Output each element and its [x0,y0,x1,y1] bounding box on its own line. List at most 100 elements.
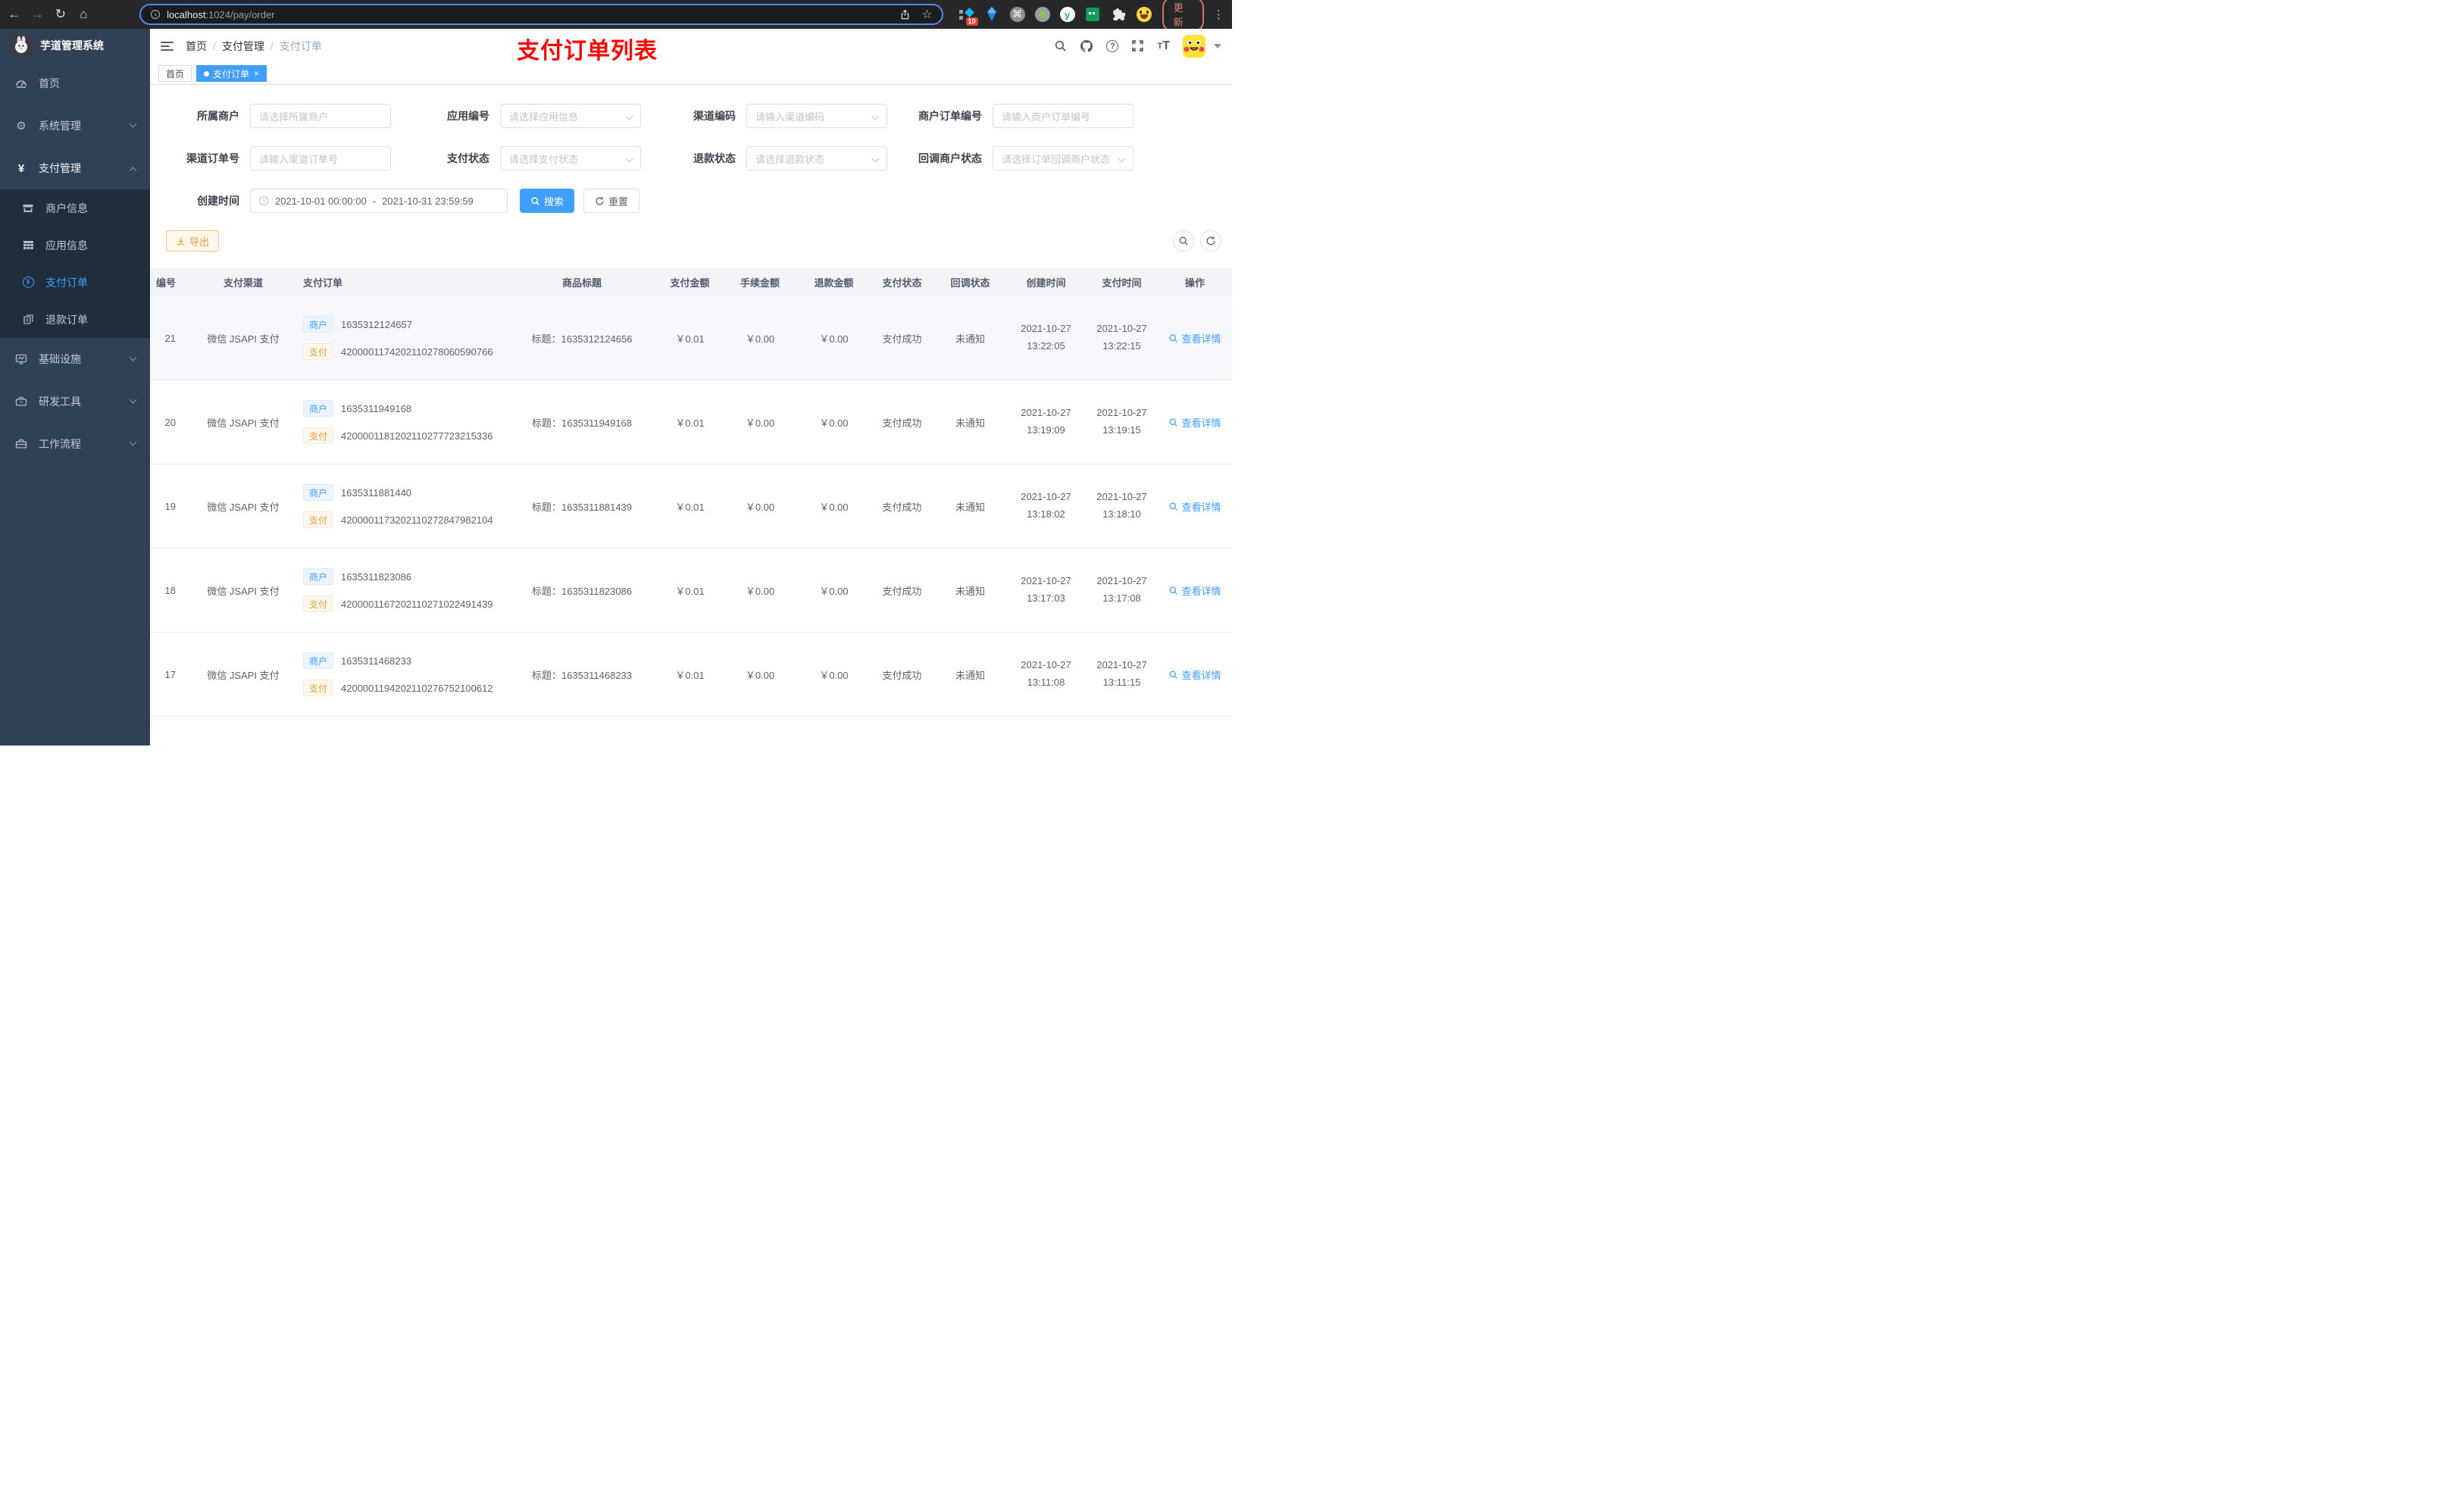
export-button[interactable]: 导出 [166,230,220,252]
font-size-icon[interactable]: TT [1157,39,1170,53]
row-create-time: 2021-10-27 13:17:03 [1021,575,1071,604]
merchant-order-no-input[interactable]: 请输入商户订单编号 [993,104,1134,128]
sidebar-item-pay-order[interactable]: ¥ 支付订单 [0,264,150,301]
merchant-order-no-label: 商户订单编号 [918,110,982,122]
reload-icon[interactable]: ↻ [54,7,67,22]
row-fee: ￥0.00 [745,669,775,681]
channel-code-select[interactable]: 请输入渠道编码 [746,104,887,128]
browser-menu-icon[interactable]: ⋮ [1213,8,1224,21]
extension-blocks-icon[interactable]: 10 [958,7,978,26]
refund-status-select[interactable]: 请选择退款状态 [746,146,887,170]
chevron-down-icon [129,395,137,404]
view-detail-link[interactable]: 查看详情 [1168,499,1221,514]
extension-y-icon[interactable]: y [1059,7,1075,22]
sidebar-item-system[interactable]: ⚙ 系统管理 [0,105,150,147]
extension-chat-icon[interactable] [1085,7,1101,23]
col-actions: 操作 [1184,277,1205,289]
reset-button[interactable]: 重置 [583,189,640,213]
row-id: 20 [164,416,176,428]
breadcrumb-pay[interactable]: 支付管理 [222,40,264,52]
topbar: 首页 / 支付管理 / 支付订单 支付订单列表 ? TT [150,29,1232,64]
pay-tag: 支付 [303,427,334,444]
browser-update-button[interactable]: 更新 [1162,0,1204,33]
row-pay-time: 2021-10-27 13:19:15 [1096,407,1147,436]
table-row[interactable]: 21 微信 JSAPI 支付 商户 1635312124657 支付 4200001… [150,296,1232,380]
sidebar-item-label: 首页 [39,77,60,89]
merchant-tag: 商户 [303,316,334,333]
screen: ← → ↻ ⌂ localhost:1024/pay/order ☆ 10 ⌘ … [0,0,1232,746]
table-row[interactable]: 17 微信 JSAPI 支付 商户 1635311468233 支付 4200001… [150,633,1232,717]
grid-icon [21,239,35,251]
extension-kite-icon[interactable] [984,7,1000,23]
tab-home[interactable]: 首页 [158,65,192,82]
site-info-icon[interactable] [150,9,161,20]
sidebar-item-infra[interactable]: 基础设施 [0,338,150,380]
app-select[interactable]: 请选择应用信息 [500,104,641,128]
row-pay-order: 商户 1635311823086 支付 4200001167202110271022… [303,568,506,612]
sidebar-item-label: 基础设施 [39,353,81,365]
table-row[interactable]: 商户1635311954796 支付 [150,717,1232,746]
merchant-input[interactable]: 请选择所属商户 [250,104,391,128]
range-end: 2021-10-31 23:59:59 [382,195,474,207]
collapse-sidebar-icon[interactable] [161,41,174,51]
table-row[interactable]: 19 微信 JSAPI 支付 商户 1635311881440 支付 4200001… [150,464,1232,549]
table-row[interactable]: 18 微信 JSAPI 支付 商户 1635311823086 支付 4200001… [150,549,1232,633]
sidebar-item-refund-order[interactable]: 退款订单 [0,301,150,338]
logo-row[interactable]: 芋道管理系统 [0,29,150,62]
pay-submenu: 商户信息 应用信息 ¥ 支付订单 退款订单 [0,189,150,338]
briefcase-icon [14,438,28,450]
row-create-time: 2021-10-27 13:19:09 [1021,407,1071,436]
pay-order-no: 4200001181202110277723215336 [341,430,493,442]
search-icon[interactable] [1054,39,1067,52]
extension-command-icon[interactable]: ⌘ [1009,7,1025,22]
channel-order-no-input[interactable]: 请输入渠道订单号 [250,146,391,170]
search-icon [531,196,539,205]
view-detail-link[interactable]: 查看详情 [1168,583,1221,598]
refresh-table-button[interactable] [1200,230,1221,252]
extension-emoji-icon[interactable] [1136,7,1152,22]
pay-tag: 支付 [303,343,334,360]
col-fee: 手续金额 [740,277,780,289]
pay-status-select[interactable]: 请选择支付状态 [500,146,641,170]
share-icon[interactable] [899,9,911,20]
home-icon[interactable]: ⌂ [77,7,91,22]
row-title: 标题：1635311881439 [531,501,633,513]
merchant-tag: 商户 [303,568,334,585]
github-icon[interactable] [1080,39,1093,53]
table-body: 21 微信 JSAPI 支付 商户 1635312124657 支付 4200001… [150,296,1232,746]
user-menu-caret-icon[interactable] [1214,43,1221,48]
bookmark-star-icon[interactable]: ☆ [921,7,932,22]
table-row[interactable]: 20 微信 JSAPI 支付 商户 1635311949168 支付 4200001… [150,380,1232,464]
create-time-range-picker[interactable]: 2021-10-01 00:00:00 - 2021-10-31 23:59:5… [250,189,508,213]
extension-dot-icon[interactable] [1034,7,1050,22]
search-button[interactable]: 搜索 [520,189,575,213]
fullscreen-icon[interactable] [1131,39,1144,52]
help-icon[interactable]: ? [1106,39,1119,52]
breadcrumb-home[interactable]: 首页 [186,40,207,52]
sidebar-item-label: 商户信息 [45,202,88,214]
row-id: 19 [164,500,176,512]
extension-puzzle-icon[interactable] [1111,7,1127,23]
sidebar-item-app-info[interactable]: 应用信息 [0,227,150,264]
sidebar-item-devtools[interactable]: 研发工具 [0,380,150,423]
sidebar-item-home[interactable]: 首页 [0,62,150,105]
sidebar-item-merchant-info[interactable]: 商户信息 [0,189,150,227]
app-label: 应用编号 [447,110,489,122]
toggle-search-button[interactable] [1173,230,1194,252]
sidebar-item-workflow[interactable]: 工作流程 [0,423,150,465]
forward-icon[interactable]: → [31,7,45,22]
url-bar[interactable]: localhost:1024/pay/order ☆ [139,4,943,25]
tab-pay-order[interactable]: 支付订单 × [196,65,267,82]
range-start: 2021-10-01 00:00:00 [275,195,367,207]
avatar[interactable] [1183,34,1205,58]
close-tab-icon[interactable]: × [254,68,259,79]
view-detail-link[interactable]: 查看详情 [1168,415,1221,430]
back-icon[interactable]: ← [8,7,21,22]
sidebar-item-pay[interactable]: ¥ 支付管理 [0,147,150,189]
chevron-down-icon [625,112,633,120]
view-detail-link[interactable]: 查看详情 [1168,667,1221,682]
search-icon [1169,502,1178,511]
sidebar-item-label: 系统管理 [39,120,81,132]
notify-status-select[interactable]: 请选择订单回调商户状态 [993,146,1134,170]
view-detail-link[interactable]: 查看详情 [1168,331,1221,345]
